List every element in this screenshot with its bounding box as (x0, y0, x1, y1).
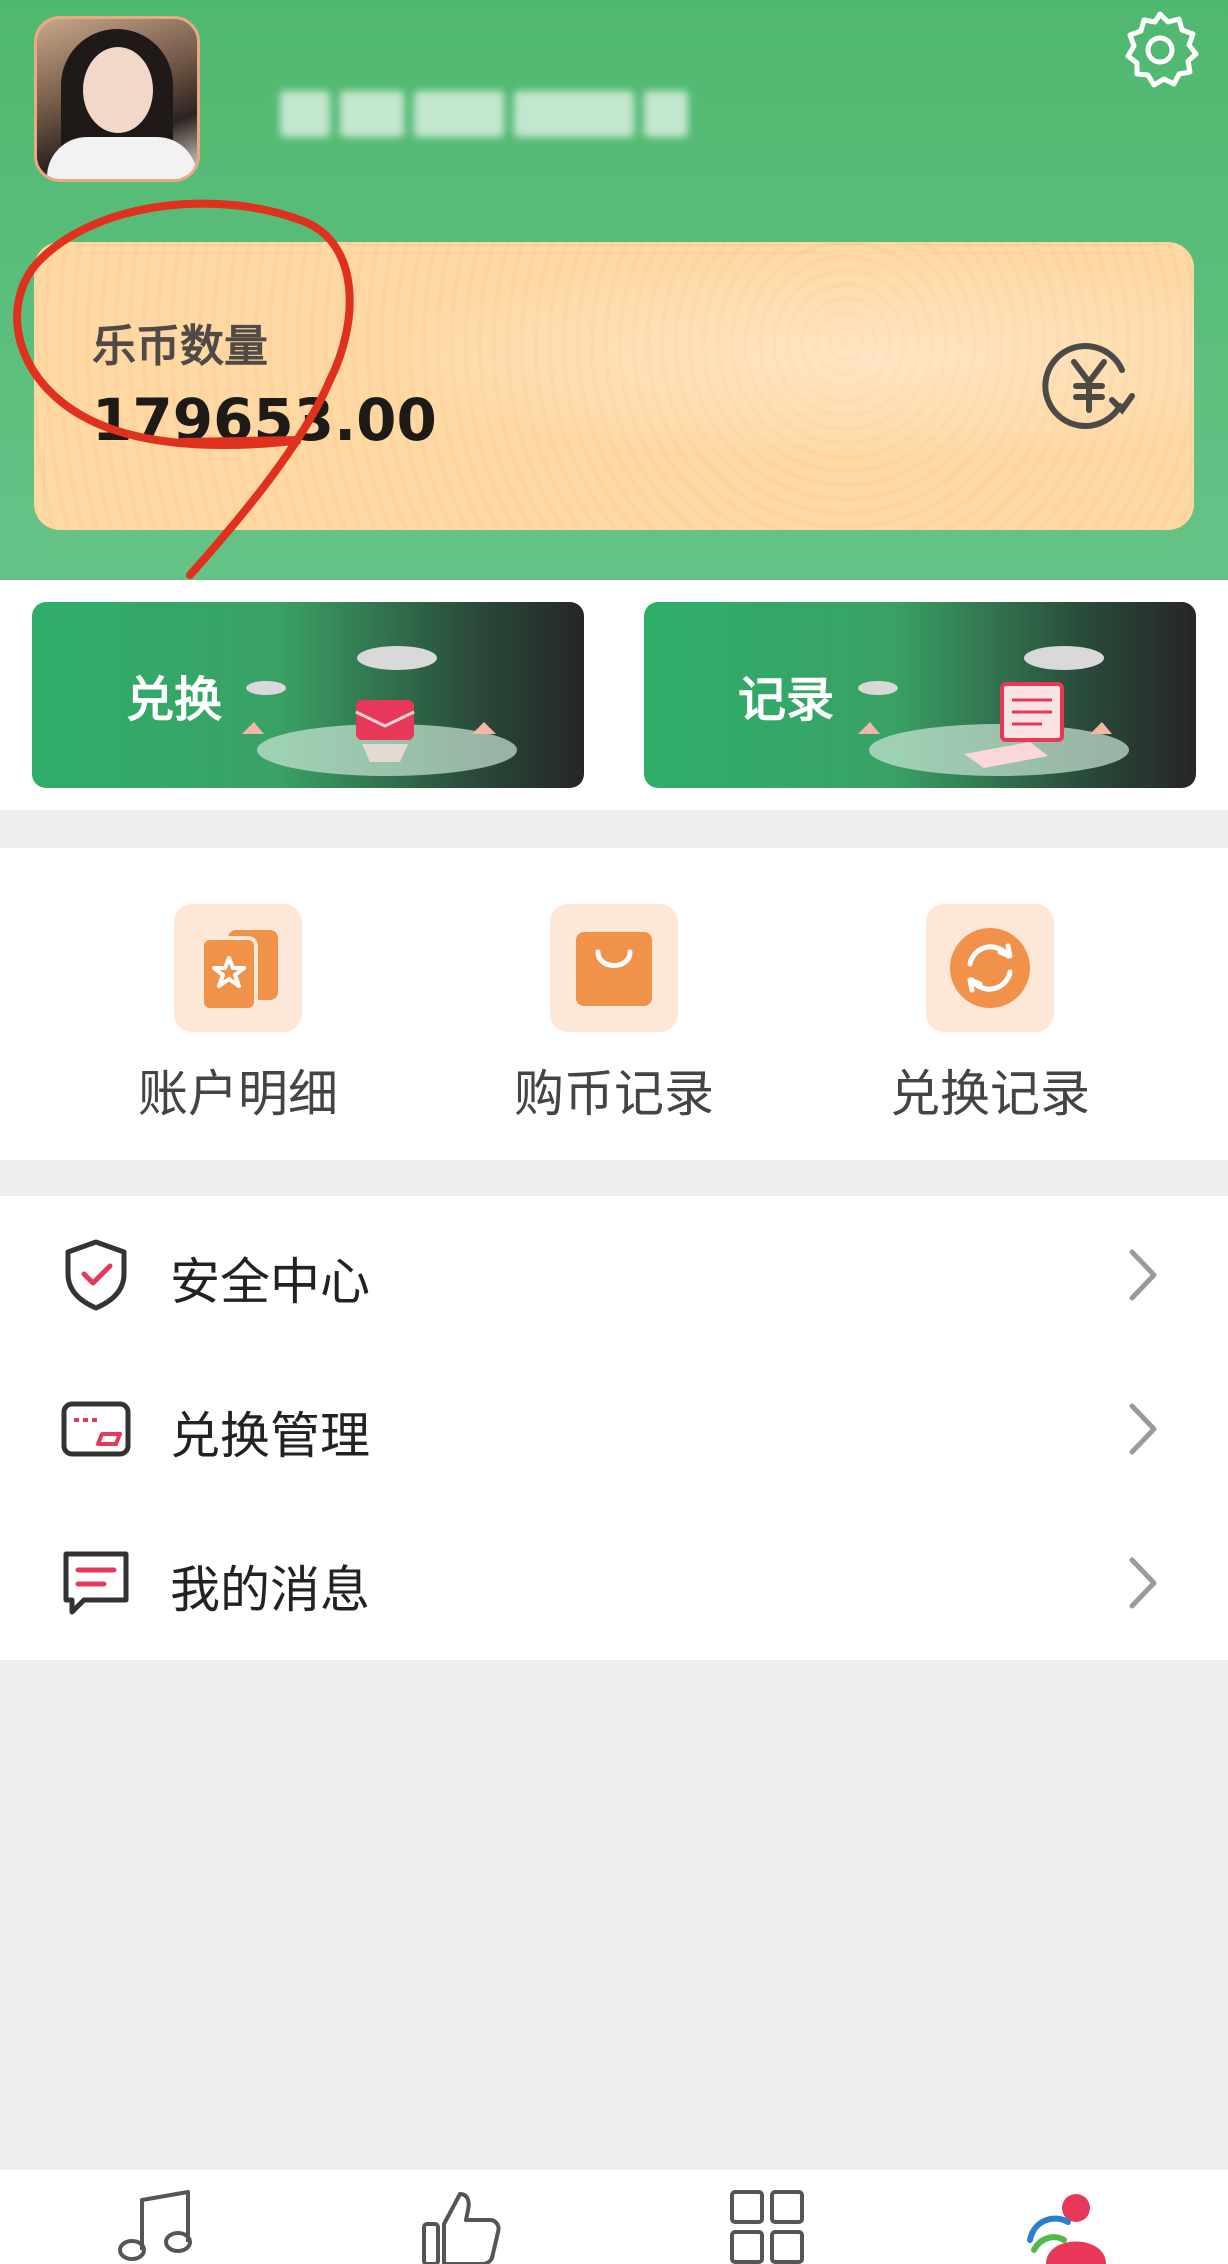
grid-icon[interactable] (722, 2190, 812, 2264)
menu-item-my-messages[interactable]: 我的消息 (0, 1504, 1228, 1658)
profile-icon[interactable] (1024, 2190, 1114, 2264)
menu-item-exchange-management[interactable]: 兑换管理 (0, 1350, 1228, 1504)
menu-item-security-center[interactable]: 安全中心 (0, 1196, 1228, 1350)
avatar-shirt (47, 137, 197, 179)
header-section: 乐币数量 179653.00 (0, 0, 1228, 580)
coin-balance-label: 乐币数量 (92, 321, 268, 372)
purchase-records-link[interactable]: 购币记录 (464, 904, 764, 1134)
exchange-button-label: 兑换 (126, 672, 223, 728)
chevron-right-icon (1129, 1557, 1157, 1609)
bottom-tab-bar (0, 2170, 1228, 2264)
refresh-circle-icon (926, 904, 1054, 1032)
purchase-records-label: 购币记录 (514, 1065, 714, 1123)
username-pixelated (280, 86, 688, 142)
menu-item-label: 我的消息 (170, 1561, 370, 1619)
yuan-exchange-icon[interactable] (1034, 330, 1144, 440)
thumbs-up-icon[interactable] (414, 2190, 504, 2264)
menu-list: 安全中心 兑换管理 我的消息 (0, 1196, 1228, 1660)
wallet-illustration (242, 646, 517, 776)
avatar[interactable] (34, 16, 200, 182)
coin-balance-value: 179653.00 (92, 386, 437, 454)
exchange-records-label: 兑换记录 (890, 1065, 1090, 1123)
menu-item-label: 兑换管理 (170, 1407, 370, 1465)
shield-check-icon (65, 1239, 127, 1311)
record-button[interactable]: 记录 (644, 602, 1196, 788)
cards-star-icon (174, 904, 302, 1032)
avatar-face (83, 47, 153, 133)
menu-item-label: 安全中心 (170, 1253, 370, 1311)
card-icon (61, 1401, 131, 1457)
chevron-right-icon (1129, 1249, 1157, 1301)
exchange-button[interactable]: 兑换 (32, 602, 584, 788)
music-note-icon[interactable] (112, 2190, 202, 2264)
record-button-label: 记录 (738, 672, 835, 728)
exchange-records-link[interactable]: 兑换记录 (840, 904, 1140, 1134)
account-details-link[interactable]: 账户明细 (88, 904, 388, 1134)
quick-links-panel: 账户明细 购币记录 兑换记录 (0, 848, 1228, 1160)
notebook-illustration (858, 646, 1129, 776)
account-details-label: 账户明细 (138, 1065, 338, 1123)
gear-icon[interactable] (1118, 8, 1202, 92)
message-icon (63, 1551, 129, 1615)
coin-balance-card: 乐币数量 179653.00 (34, 242, 1194, 530)
chevron-right-icon (1129, 1403, 1157, 1455)
shopping-bag-icon (550, 904, 678, 1032)
